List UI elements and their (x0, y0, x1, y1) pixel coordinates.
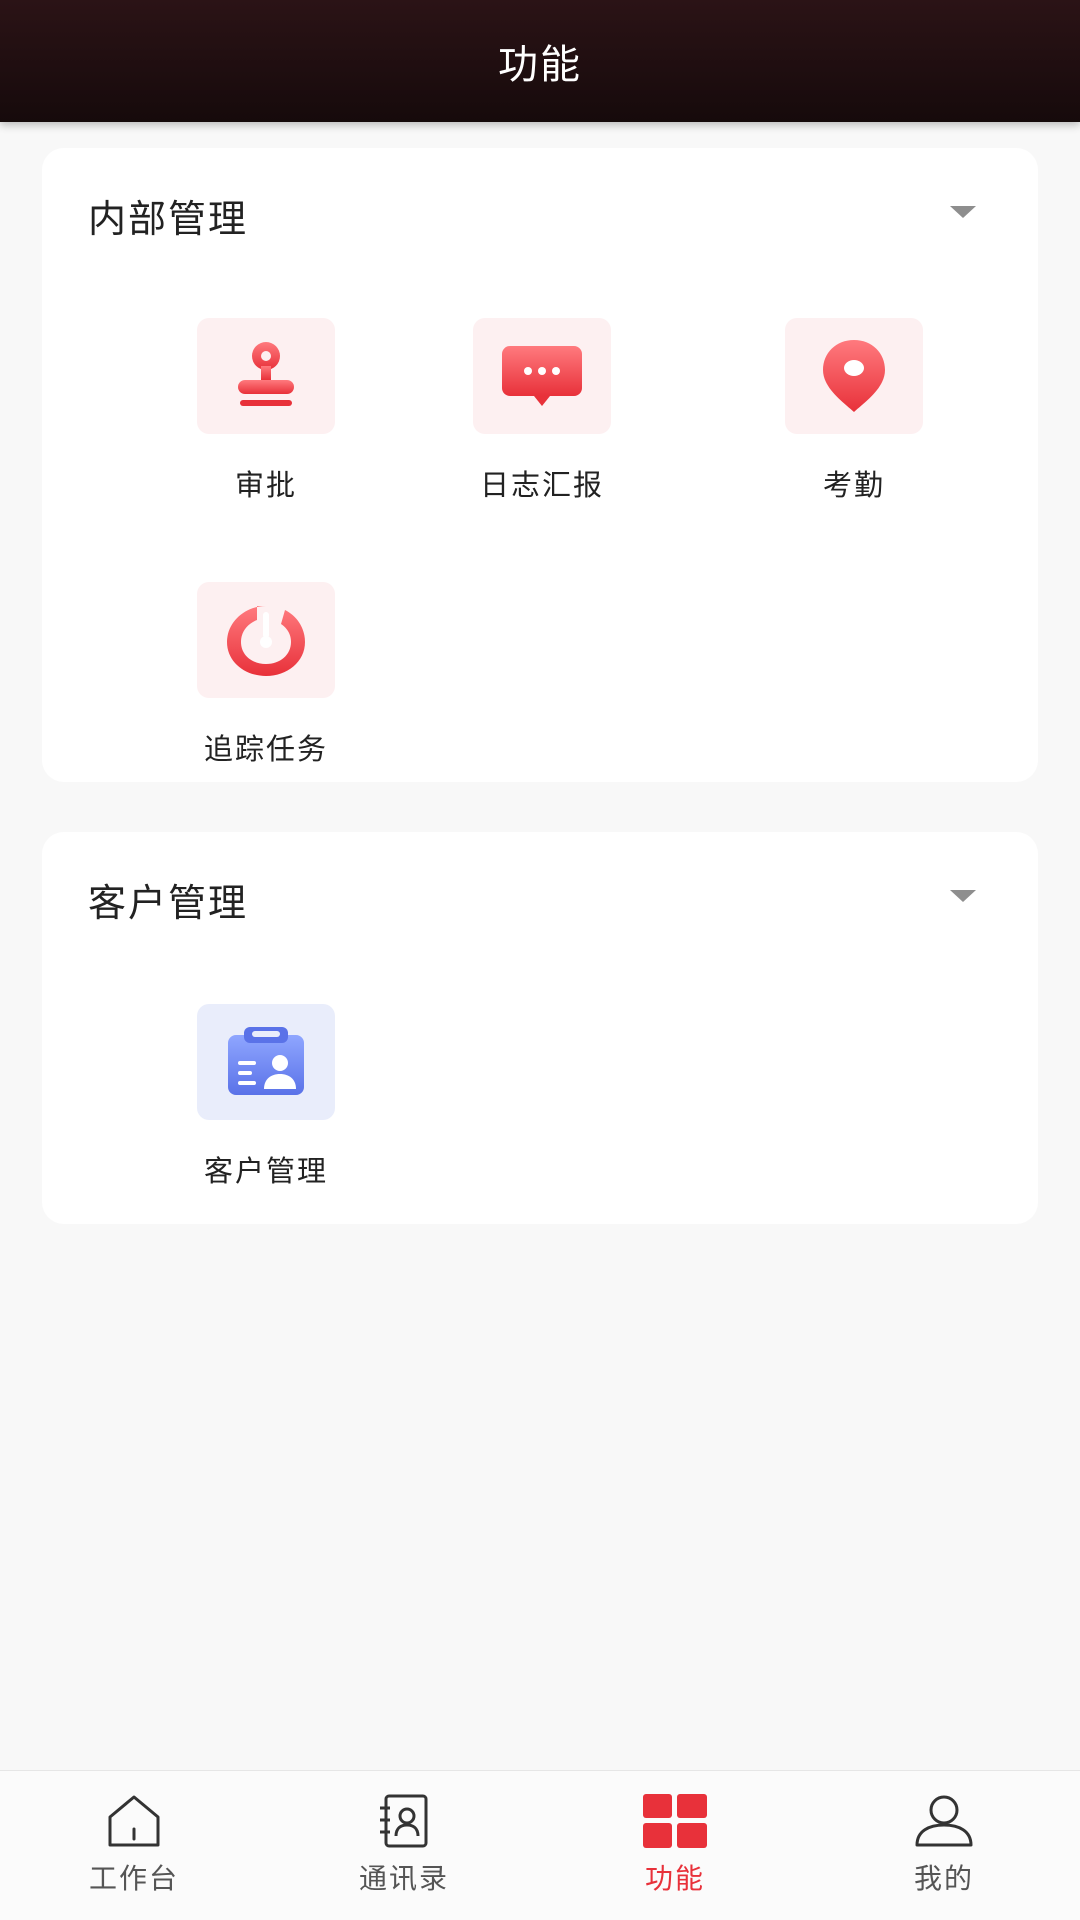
feature-label: 追踪任务 (203, 732, 328, 766)
message-bubble-icon (473, 318, 611, 434)
section-internal-management: 内部管理 审批 日志汇报 考勤 追踪任务 (42, 148, 1038, 782)
contact-card-icon (197, 1004, 335, 1120)
header-bar: 功能 (0, 0, 1080, 122)
feature-label: 审批 (234, 468, 297, 502)
tab-workbench[interactable]: 工作台 (34, 1791, 234, 1897)
feature-customer-management[interactable]: 客户管理 (146, 1004, 386, 1190)
stamp-icon (197, 318, 335, 434)
section-title: 客户管理 (88, 881, 249, 925)
home-icon (34, 1791, 234, 1851)
tab-label: 功能 (644, 1862, 705, 1895)
tab-label: 工作台 (88, 1862, 179, 1895)
chevron-down-icon[interactable] (950, 206, 976, 218)
tab-mine[interactable]: 我的 (844, 1791, 1044, 1897)
feature-label: 考勤 (822, 468, 885, 502)
page-title: 功能 (498, 42, 582, 88)
target-icon (197, 582, 335, 698)
feature-tracking-task[interactable]: 追踪任务 (146, 582, 386, 768)
app-page: 功能 内部管理 审批 日志汇报 考勤 追踪任务 客户管理 客户管理 工作台 通讯… (0, 0, 1080, 1920)
location-pin-icon (785, 318, 923, 434)
feature-label: 客户管理 (203, 1154, 328, 1188)
tab-label: 通讯录 (358, 1862, 449, 1895)
tab-features[interactable]: 功能 (575, 1791, 775, 1897)
feature-approval[interactable]: 审批 (146, 318, 386, 504)
contacts-book-icon (304, 1791, 504, 1851)
user-icon (844, 1791, 1044, 1851)
feature-label: 日志汇报 (479, 468, 604, 502)
tab-label: 我的 (913, 1862, 974, 1895)
feature-log-report[interactable]: 日志汇报 (422, 318, 662, 504)
tab-contacts[interactable]: 通讯录 (304, 1791, 504, 1897)
section-title: 内部管理 (88, 197, 249, 241)
section-customer-management: 客户管理 客户管理 (42, 832, 1038, 1224)
feature-attendance[interactable]: 考勤 (734, 318, 974, 504)
bottom-tab-bar: 工作台 通讯录 功能 我的 (0, 1770, 1080, 1920)
chevron-down-icon[interactable] (950, 890, 976, 902)
grid-icon (575, 1791, 775, 1851)
